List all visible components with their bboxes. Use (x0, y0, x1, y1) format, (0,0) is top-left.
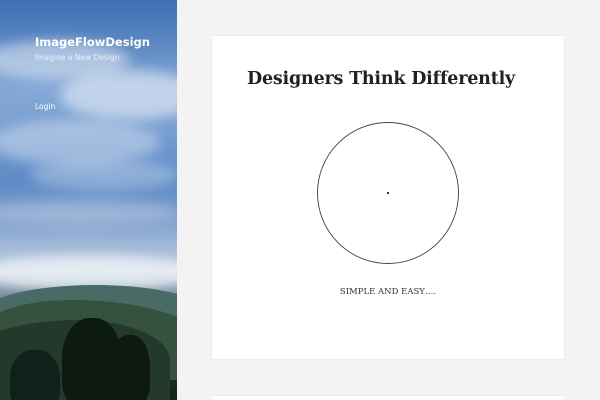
circle-center-dot (386, 191, 390, 195)
post-card: Designers Think Differently SIMPLE AND E… (212, 36, 564, 359)
site-title[interactable]: ImageFlowDesign (35, 35, 150, 49)
post-caption: SIMPLE AND EASY…. (339, 287, 437, 297)
login-link[interactable]: Login (35, 102, 55, 111)
site-tagline: Imagine a New Design (35, 53, 120, 62)
circle-image (317, 122, 459, 264)
sidebar: ImageFlowDesign Imagine a New Design Log… (0, 0, 177, 400)
next-post-card (212, 396, 564, 400)
post-title[interactable]: Designers Think Differently (247, 69, 515, 89)
